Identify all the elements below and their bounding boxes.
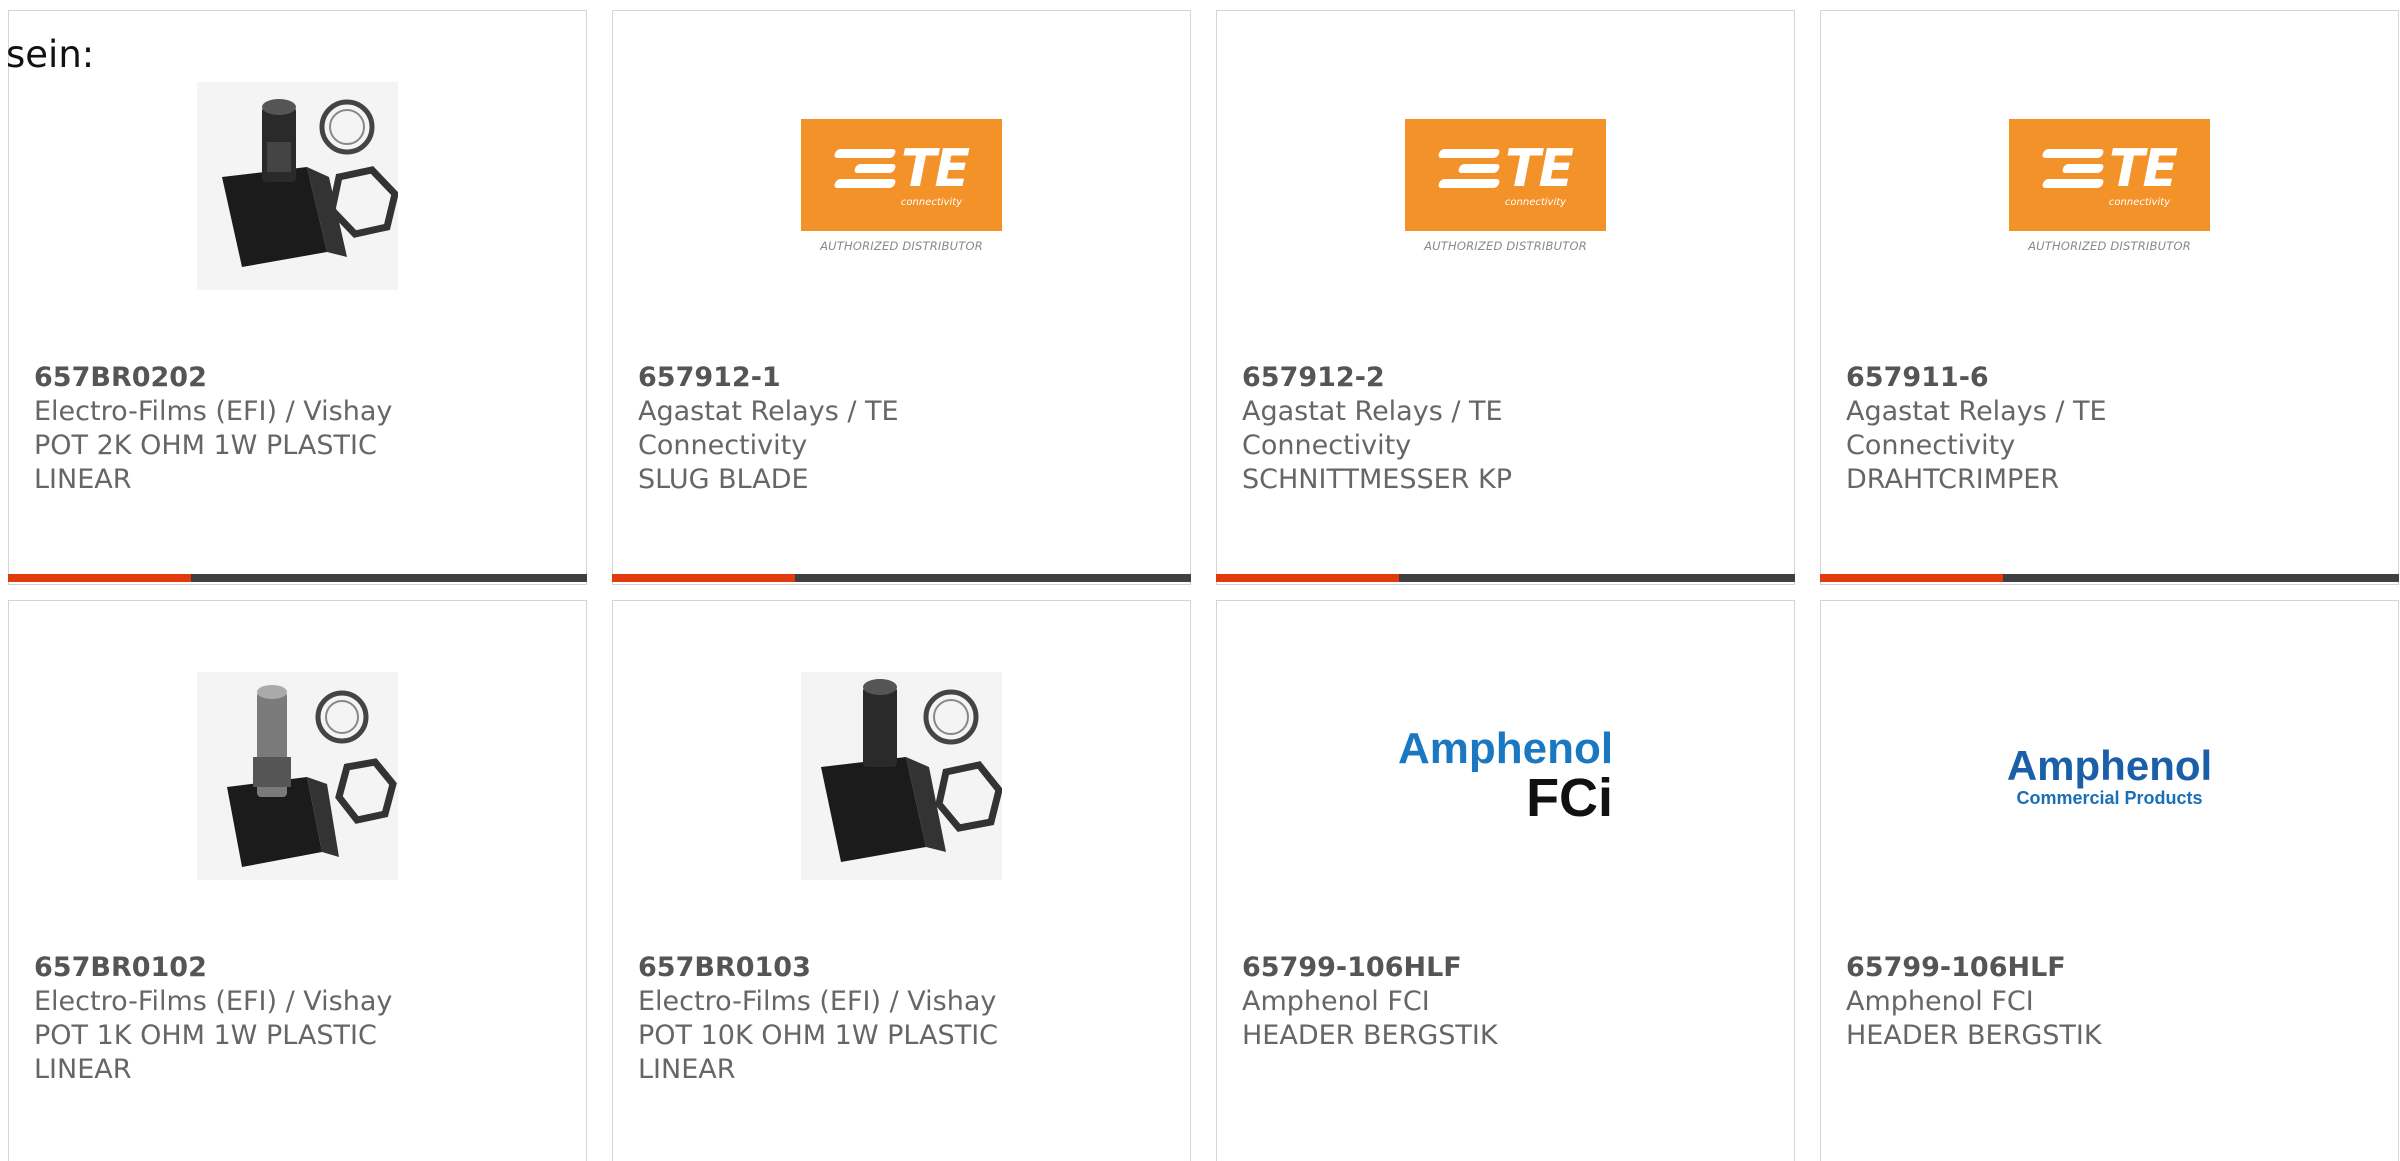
part-number[interactable]: 657911-6	[1846, 361, 2266, 395]
product-card[interactable]: Amphenol Commercial Products 65799-106HL…	[1820, 600, 2399, 1161]
product-image[interactable]: Amphenol FCi	[1398, 672, 1613, 880]
manufacturer: Agastat Relays / TE Connectivity	[638, 396, 899, 461]
product-image[interactable]: TE connectivity AUTHORIZED DISTRIBUTOR	[801, 82, 1002, 290]
product-card[interactable]: 657BR0102 Electro-Films (EFI) / Vishay P…	[8, 600, 587, 1161]
description: POT 2K OHM 1W PLASTIC	[34, 430, 377, 461]
manufacturer: Amphenol FCI	[1846, 986, 2034, 1017]
product-info: 657911-6 Agastat Relays / TE Connectivit…	[1846, 361, 2266, 497]
part-number[interactable]: 657BR0103	[638, 951, 1058, 985]
product-card[interactable]: Amphenol FCi 65799-106HLF Amphenol FCI H…	[1216, 600, 1795, 1161]
product-card[interactable]: 657BR0103 Electro-Films (EFI) / Vishay P…	[612, 600, 1191, 1161]
product-grid-page: sein: 657BR0202 Electro-Films (EFI) / Vi…	[0, 0, 2400, 1161]
part-number[interactable]: 657912-2	[1242, 361, 1662, 395]
card-bar	[612, 574, 1191, 582]
product-info: 657912-2 Agastat Relays / TE Connectivit…	[1242, 361, 1662, 497]
part-number[interactable]: 65799-106HLF	[1242, 951, 1662, 985]
card-bar-accent	[8, 574, 191, 582]
product-info: 657912-1 Agastat Relays / TE Connectivit…	[638, 361, 1058, 497]
te-logo-icon: TE connectivity AUTHORIZED DISTRIBUTOR	[801, 119, 1002, 253]
product-card[interactable]: TE connectivity AUTHORIZED DISTRIBUTOR 6…	[612, 10, 1191, 585]
card-bar	[1216, 574, 1795, 582]
manufacturer: Agastat Relays / TE Connectivity	[1846, 396, 2107, 461]
card-bar-accent	[612, 574, 795, 582]
description: SCHNITTMESSER KP	[1242, 464, 1512, 495]
part-number[interactable]: 657BR0102	[34, 951, 454, 985]
manufacturer: Amphenol FCI	[1242, 986, 1430, 1017]
description: POT 10K OHM 1W PLASTIC	[638, 1020, 999, 1051]
product-info: 657BR0202 Electro-Films (EFI) / Vishay P…	[34, 361, 454, 497]
manufacturer: Electro-Films (EFI) / Vishay	[34, 986, 393, 1017]
product-info: 657BR0102 Electro-Films (EFI) / Vishay P…	[34, 951, 454, 1087]
potentiometer-icon	[197, 672, 398, 880]
product-card[interactable]: 657BR0202 Electro-Films (EFI) / Vishay P…	[8, 10, 587, 585]
description: SLUG BLADE	[638, 464, 809, 495]
description: HEADER BERGSTIK	[1242, 1020, 1498, 1051]
product-info: 657BR0103 Electro-Films (EFI) / Vishay P…	[638, 951, 1058, 1087]
manufacturer: Agastat Relays / TE Connectivity	[1242, 396, 1503, 461]
part-number[interactable]: 65799-106HLF	[1846, 951, 2266, 985]
manufacturer: Electro-Films (EFI) / Vishay	[34, 396, 393, 427]
card-bar-accent	[1216, 574, 1399, 582]
product-info: 65799-106HLF Amphenol FCI HEADER BERGSTI…	[1242, 951, 1662, 1053]
potentiometer-icon	[197, 82, 398, 290]
product-info: 65799-106HLF Amphenol FCI HEADER BERGSTI…	[1846, 951, 2266, 1053]
te-logo-icon: TE connectivity AUTHORIZED DISTRIBUTOR	[1405, 119, 1606, 253]
description: POT 1K OHM 1W PLASTIC	[34, 1020, 377, 1051]
manufacturer: Electro-Films (EFI) / Vishay	[638, 986, 997, 1017]
description: DRAHTCRIMPER	[1846, 464, 2060, 495]
product-image[interactable]	[801, 672, 1002, 880]
potentiometer-icon	[801, 672, 1002, 880]
product-image[interactable]: Amphenol Commercial Products	[2006, 672, 2213, 880]
product-image[interactable]	[197, 82, 398, 290]
part-number[interactable]: 657BR0202	[34, 361, 454, 395]
product-image[interactable]: TE connectivity AUTHORIZED DISTRIBUTOR	[2009, 82, 2210, 290]
description: LINEAR	[34, 1054, 132, 1085]
description: LINEAR	[34, 464, 132, 495]
card-bar	[1820, 574, 2399, 582]
amphenol-commercial-logo-icon: Amphenol Commercial Products	[2006, 742, 2213, 808]
product-card[interactable]: TE connectivity AUTHORIZED DISTRIBUTOR 6…	[1820, 10, 2399, 585]
card-bar	[8, 574, 587, 582]
description: LINEAR	[638, 1054, 736, 1085]
product-image[interactable]	[197, 672, 398, 880]
product-card[interactable]: TE connectivity AUTHORIZED DISTRIBUTOR 6…	[1216, 10, 1795, 585]
te-logo-icon: TE connectivity AUTHORIZED DISTRIBUTOR	[2009, 119, 2210, 253]
part-number[interactable]: 657912-1	[638, 361, 1058, 395]
card-bar-accent	[1820, 574, 2003, 582]
description: HEADER BERGSTIK	[1846, 1020, 2102, 1051]
amphenol-fci-logo-icon: Amphenol FCi	[1397, 724, 1614, 828]
intro-text: sein:	[6, 33, 95, 76]
product-image[interactable]: TE connectivity AUTHORIZED DISTRIBUTOR	[1405, 82, 1606, 290]
